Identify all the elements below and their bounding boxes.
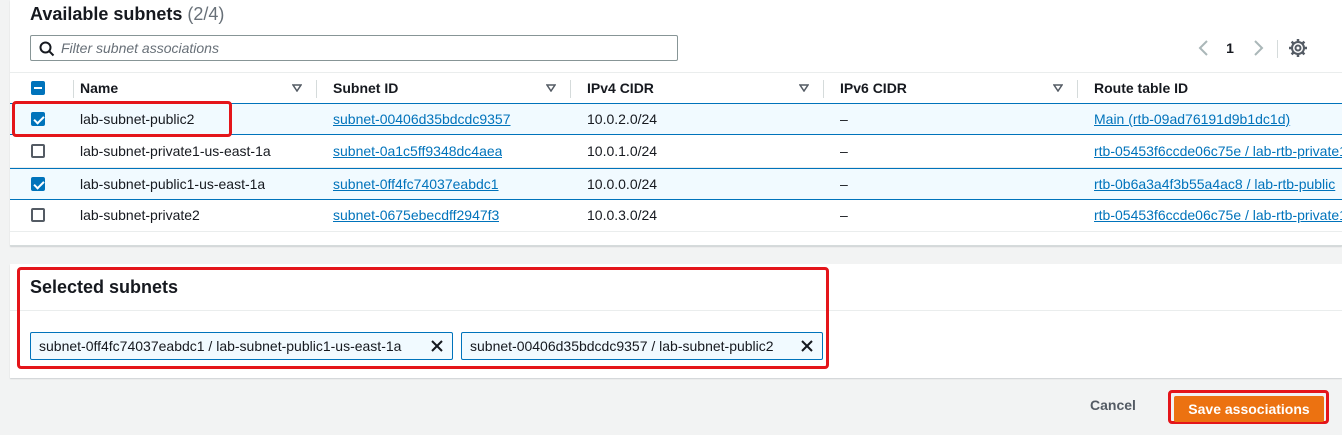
subnet-id-link[interactable]: subnet-0675ebecdff2947f3 [333, 200, 499, 230]
filter-input[interactable] [61, 39, 661, 57]
available-subnets-title-text: Available subnets [30, 4, 183, 24]
subnet-name: lab-subnet-public2 [80, 111, 195, 127]
table-row[interactable]: lab-subnet-public1-us-east-1a subnet-0ff… [10, 168, 1342, 200]
subnet-name: lab-subnet-public1-us-east-1a [80, 176, 266, 192]
ipv6-cidr: – [840, 176, 848, 192]
subnet-id-link[interactable]: subnet-00406d35bdcdc9357 [333, 104, 511, 134]
available-subnets-title: Available subnets (2/4) [30, 4, 224, 25]
current-page-number[interactable]: 1 [1223, 38, 1237, 58]
selected-subnets-panel: Selected subnets subnet-0ff4fc74037eabdc… [10, 264, 1342, 378]
column-divider [1077, 80, 1078, 98]
token-label: subnet-00406d35bdcdc9357 / lab-subnet-pu… [470, 338, 774, 354]
table-row[interactable]: lab-subnet-private1-us-east-1a subnet-0a… [10, 136, 1342, 168]
next-page-icon[interactable] [1250, 38, 1266, 58]
ipv6-cidr: – [840, 207, 848, 223]
selected-subnet-token: subnet-00406d35bdcdc9357 / lab-subnet-pu… [461, 332, 823, 360]
sort-caret-icon[interactable] [1053, 84, 1063, 92]
save-associations-button[interactable]: Save associations [1174, 396, 1324, 422]
close-icon[interactable] [800, 339, 814, 353]
subnet-id-link[interactable]: subnet-0a1c5ff9348dc4aea [333, 136, 502, 166]
filter-subnet-associations[interactable] [30, 35, 678, 61]
column-header-ipv4-cidr[interactable]: IPv4 CIDR [587, 73, 654, 104]
ipv4-cidr: 10.0.3.0/24 [587, 207, 658, 223]
select-all-checkbox[interactable] [31, 81, 45, 95]
subnet-name: lab-subnet-private1-us-east-1a [80, 143, 271, 159]
column-header-name[interactable]: Name [80, 73, 118, 104]
ipv6-cidr: – [840, 111, 848, 127]
column-divider [316, 80, 317, 98]
selection-count: (2/4) [187, 4, 225, 24]
column-header-route-table-id[interactable]: Route table ID [1094, 73, 1188, 104]
table-row[interactable]: lab-subnet-private2 subnet-0675ebecdff29… [10, 200, 1342, 232]
sort-caret-icon[interactable] [799, 84, 809, 92]
table-row[interactable]: lab-subnet-public2 subnet-00406d35bdcdc9… [10, 103, 1342, 135]
close-icon[interactable] [430, 339, 444, 353]
token-label: subnet-0ff4fc74037eabdc1 / lab-subnet-pu… [39, 338, 402, 354]
previous-page-icon[interactable] [1196, 38, 1212, 58]
cancel-button[interactable]: Cancel [1090, 397, 1136, 413]
row-checkbox[interactable] [31, 177, 45, 191]
available-subnets-panel: Available subnets (2/4) 1 Name [10, 0, 1342, 246]
selected-subnets-title: Selected subnets [30, 277, 179, 297]
row-checkbox[interactable] [31, 208, 45, 222]
row-checkbox[interactable] [31, 144, 45, 158]
search-icon [39, 41, 55, 62]
column-header-subnet-id[interactable]: Subnet ID [333, 73, 398, 104]
table-header: Name Subnet ID IPv4 CIDR IPv6 CIDR Route… [10, 72, 1342, 104]
route-table-link[interactable]: rtb-0b6a3a4f3b55a4ac8 / lab-rtb-public [1094, 169, 1342, 199]
subnet-name: lab-subnet-private2 [80, 207, 200, 223]
column-divider [823, 80, 824, 98]
route-table-link[interactable]: rtb-05453f6ccde06c75e / lab-rtb-private1… [1094, 200, 1342, 230]
subnet-id-link[interactable]: subnet-0ff4fc74037eabdc1 [333, 169, 499, 199]
route-table-link[interactable]: rtb-05453f6ccde06c75e / lab-rtb-private1… [1094, 136, 1342, 166]
sort-caret-icon[interactable] [546, 84, 556, 92]
gear-icon[interactable] [1288, 38, 1308, 58]
pager-divider [1277, 40, 1278, 58]
route-table-link[interactable]: Main (rtb-09ad76191d9b1dc1d) [1094, 104, 1342, 134]
selected-subnet-token: subnet-0ff4fc74037eabdc1 / lab-subnet-pu… [30, 332, 453, 360]
ipv4-cidr: 10.0.2.0/24 [587, 111, 658, 127]
divider [10, 310, 1342, 311]
ipv4-cidr: 10.0.1.0/24 [587, 143, 658, 159]
sort-caret-icon[interactable] [292, 84, 302, 92]
ipv4-cidr: 10.0.0.0/24 [587, 176, 658, 192]
column-divider [570, 80, 571, 98]
ipv6-cidr: – [840, 143, 848, 159]
row-checkbox[interactable] [31, 112, 45, 126]
column-header-ipv6-cidr[interactable]: IPv6 CIDR [840, 73, 907, 104]
column-divider [73, 80, 74, 98]
